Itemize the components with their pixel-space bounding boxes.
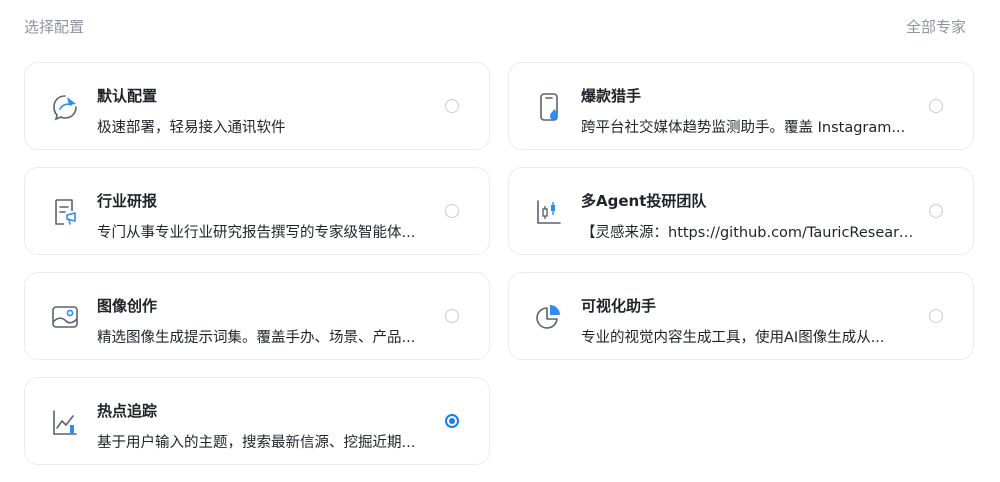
config-card-multi-agent-research[interactable]: 多Agent投研团队 【灵感来源：https://github.com/Taur… <box>508 167 974 255</box>
config-radio[interactable] <box>929 99 943 113</box>
config-card-viral-hunter[interactable]: 爆款猎手 跨平台社交媒体趋势监测助手。覆盖 Instagram... <box>508 62 974 150</box>
report-document-icon <box>51 197 79 227</box>
image-icon <box>51 302 79 332</box>
config-description: 基于用户输入的主题，搜索最新信源、挖掘近期... <box>97 435 416 451</box>
config-radio[interactable] <box>445 204 459 218</box>
config-title: 图像创作 <box>97 297 158 315</box>
config-title: 可视化助手 <box>581 297 657 315</box>
phone-flame-icon <box>535 92 563 122</box>
config-card-visualization-assistant[interactable]: 可视化助手 专业的视觉内容生成工具，使用AI图像生成从... <box>508 272 974 360</box>
config-title: 行业研报 <box>97 192 158 210</box>
config-title: 热点追踪 <box>97 402 158 420</box>
all-experts-link[interactable]: 全部专家 <box>906 16 966 37</box>
config-title: 多Agent投研团队 <box>581 192 707 210</box>
config-description: 精选图像生成提示词集。覆盖手办、场景、产品... <box>97 330 416 346</box>
chat-bubble-icon <box>51 92 79 122</box>
candlestick-chart-icon <box>535 197 563 227</box>
config-title: 爆款猎手 <box>581 87 642 105</box>
config-description: 【灵感来源：https://github.com/TauricResearch.… <box>581 225 919 241</box>
config-description: 专业的视觉内容生成工具，使用AI图像生成从... <box>581 330 885 346</box>
config-card-image-creation[interactable]: 图像创作 精选图像生成提示词集。覆盖手办、场景、产品... <box>24 272 490 360</box>
config-card-hot-topic-tracking[interactable]: 热点追踪 基于用户输入的主题，搜索最新信源、挖掘近期... <box>24 377 490 465</box>
pie-chart-icon <box>535 302 563 332</box>
config-card-industry-report[interactable]: 行业研报 专门从事专业行业研究报告撰写的专家级智能体... <box>24 167 490 255</box>
config-description: 极速部署，轻易接入通讯软件 <box>97 120 286 136</box>
config-radio[interactable] <box>929 309 943 323</box>
page-title: 选择配置 <box>24 18 85 36</box>
config-card-default[interactable]: 默认配置 极速部署，轻易接入通讯软件 <box>24 62 490 150</box>
config-description: 专门从事专业行业研究报告撰写的专家级智能体... <box>97 225 416 241</box>
config-description: 跨平台社交媒体趋势监测助手。覆盖 Instagram... <box>581 120 906 136</box>
config-radio[interactable] <box>929 204 943 218</box>
config-radio-selected[interactable] <box>445 414 459 428</box>
config-radio[interactable] <box>445 99 459 113</box>
config-title: 默认配置 <box>97 87 158 105</box>
trend-chart-icon <box>51 407 79 437</box>
config-radio[interactable] <box>445 309 459 323</box>
